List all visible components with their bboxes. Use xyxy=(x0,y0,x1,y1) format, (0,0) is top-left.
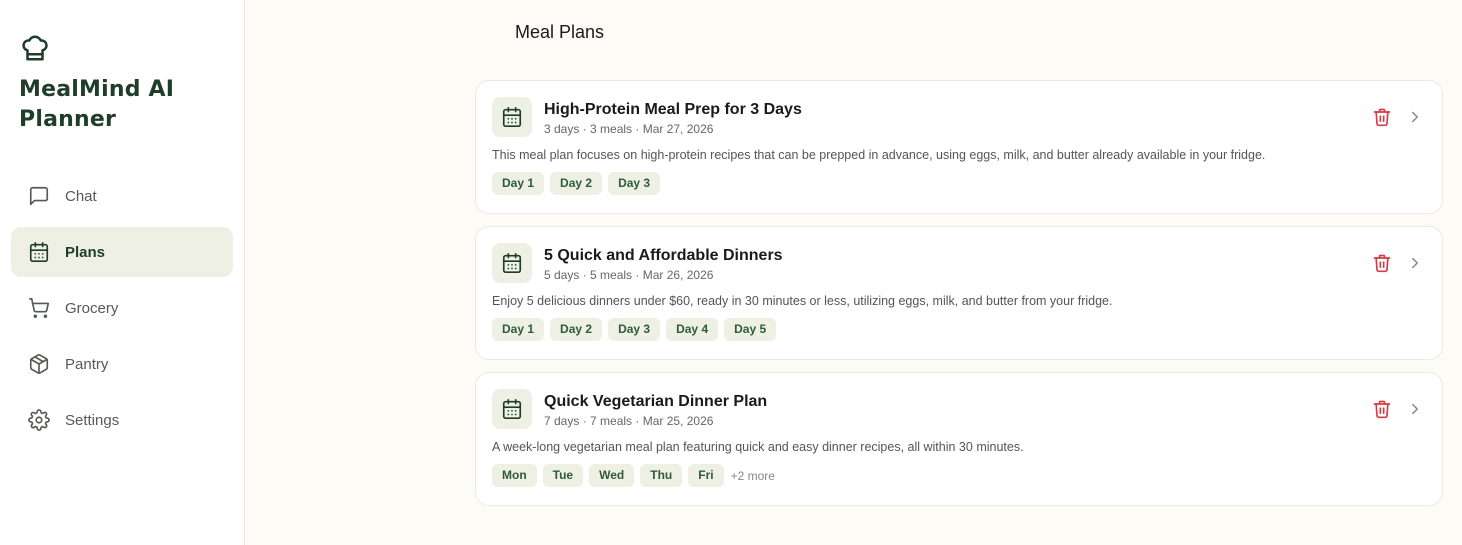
sidebar-item-label: Chat xyxy=(65,187,97,205)
plan-card-header: 5 Quick and Affordable Dinners 5 days · … xyxy=(492,243,1426,283)
plan-list: High-Protein Meal Prep for 3 Days 3 days… xyxy=(475,80,1443,518)
plan-card-actions xyxy=(1372,253,1424,273)
box-icon xyxy=(29,354,49,375)
trash-icon[interactable] xyxy=(1372,253,1392,273)
chevron-right-icon[interactable] xyxy=(1406,254,1424,272)
plan-description: A week-long vegetarian meal plan featuri… xyxy=(492,440,1024,454)
day-tag: Day 5 xyxy=(724,318,777,341)
day-tag: Mon xyxy=(492,464,537,487)
chevron-right-icon[interactable] xyxy=(1406,108,1424,126)
calendar-icon xyxy=(492,97,532,137)
sidebar-item-chat[interactable]: Chat xyxy=(11,171,233,221)
trash-icon[interactable] xyxy=(1372,399,1392,419)
plan-card-header: High-Protein Meal Prep for 3 Days 3 days… xyxy=(492,97,1426,137)
calendar-icon xyxy=(492,389,532,429)
plan-day-tags: Mon Tue Wed Thu Fri +2 more xyxy=(492,464,1426,487)
plan-day-tags: Day 1 Day 2 Day 3 Day 4 Day 5 xyxy=(492,318,1426,341)
plan-description: This meal plan focuses on high-protein r… xyxy=(492,148,1266,162)
sidebar-item-label: Pantry xyxy=(65,355,109,373)
sidebar-item-label: Plans xyxy=(65,243,106,261)
chef-hat-icon xyxy=(20,33,50,63)
day-tag: Day 4 xyxy=(666,318,719,341)
sidebar-nav: Chat Plans Grocery Pantry Settings xyxy=(11,171,233,445)
plan-card-header: Quick Vegetarian Dinner Plan 7 days · 7 … xyxy=(492,389,1426,429)
plan-description: Enjoy 5 delicious dinners under $60, rea… xyxy=(492,294,1113,308)
main-content: Meal Plans High-Protein Meal Prep for 3 … xyxy=(245,0,1462,545)
brand-name: MealMind AI Planner xyxy=(19,77,175,132)
plan-card[interactable]: Quick Vegetarian Dinner Plan 7 days · 7 … xyxy=(475,372,1443,506)
chat-icon xyxy=(29,186,49,206)
day-tag: Day 1 xyxy=(492,318,545,341)
gear-icon xyxy=(28,409,50,431)
sidebar-item-label: Grocery xyxy=(65,299,119,317)
day-tag: Day 3 xyxy=(608,172,661,195)
sidebar-item-label: Settings xyxy=(65,411,120,429)
plan-card[interactable]: 5 Quick and Affordable Dinners 5 days · … xyxy=(475,226,1443,360)
day-tag: Day 2 xyxy=(550,318,603,341)
trash-icon[interactable] xyxy=(1372,107,1392,127)
plan-card-titles: 5 Quick and Affordable Dinners 5 days · … xyxy=(544,245,783,282)
plan-card-titles: High-Protein Meal Prep for 3 Days 3 days… xyxy=(544,99,802,136)
day-tag: Fri xyxy=(688,464,724,487)
plan-meta: 5 days · 5 meals · Mar 26, 2026 xyxy=(544,268,714,282)
day-tag: Day 2 xyxy=(550,172,603,195)
plan-title: 5 Quick and Affordable Dinners xyxy=(544,247,783,264)
calendar-icon xyxy=(492,243,532,283)
plan-meta: 3 days · 3 meals · Mar 27, 2026 xyxy=(544,122,714,136)
plan-card-titles: Quick Vegetarian Dinner Plan 7 days · 7 … xyxy=(544,391,767,428)
sidebar-item-pantry[interactable]: Pantry xyxy=(11,339,233,389)
chevron-right-icon[interactable] xyxy=(1406,400,1424,418)
day-tag: Day 3 xyxy=(608,318,661,341)
page-title: Meal Plans xyxy=(515,22,605,42)
day-tag: Thu xyxy=(640,464,683,487)
calendar-icon xyxy=(29,242,49,262)
sidebar-item-grocery[interactable]: Grocery xyxy=(11,283,233,333)
plan-meta: 7 days · 7 meals · Mar 25, 2026 xyxy=(544,414,714,428)
sidebar-item-settings[interactable]: Settings xyxy=(11,395,233,445)
plan-day-tags: Day 1 Day 2 Day 3 xyxy=(492,172,1426,195)
day-tag: Wed xyxy=(589,464,635,487)
day-tag: Day 1 xyxy=(492,172,545,195)
cart-icon xyxy=(29,298,50,318)
sidebar-item-plans[interactable]: Plans xyxy=(11,227,233,277)
sidebar: MealMind AI Planner Chat Plans Grocery P… xyxy=(0,0,245,545)
plan-card[interactable]: High-Protein Meal Prep for 3 Days 3 days… xyxy=(475,80,1443,214)
more-days-label: +2 more xyxy=(730,468,775,483)
plan-card-actions xyxy=(1372,107,1424,127)
day-tag: Tue xyxy=(542,464,584,487)
plan-title: High-Protein Meal Prep for 3 Days xyxy=(544,101,802,118)
plan-card-actions xyxy=(1372,399,1424,419)
plan-title: Quick Vegetarian Dinner Plan xyxy=(544,393,768,410)
